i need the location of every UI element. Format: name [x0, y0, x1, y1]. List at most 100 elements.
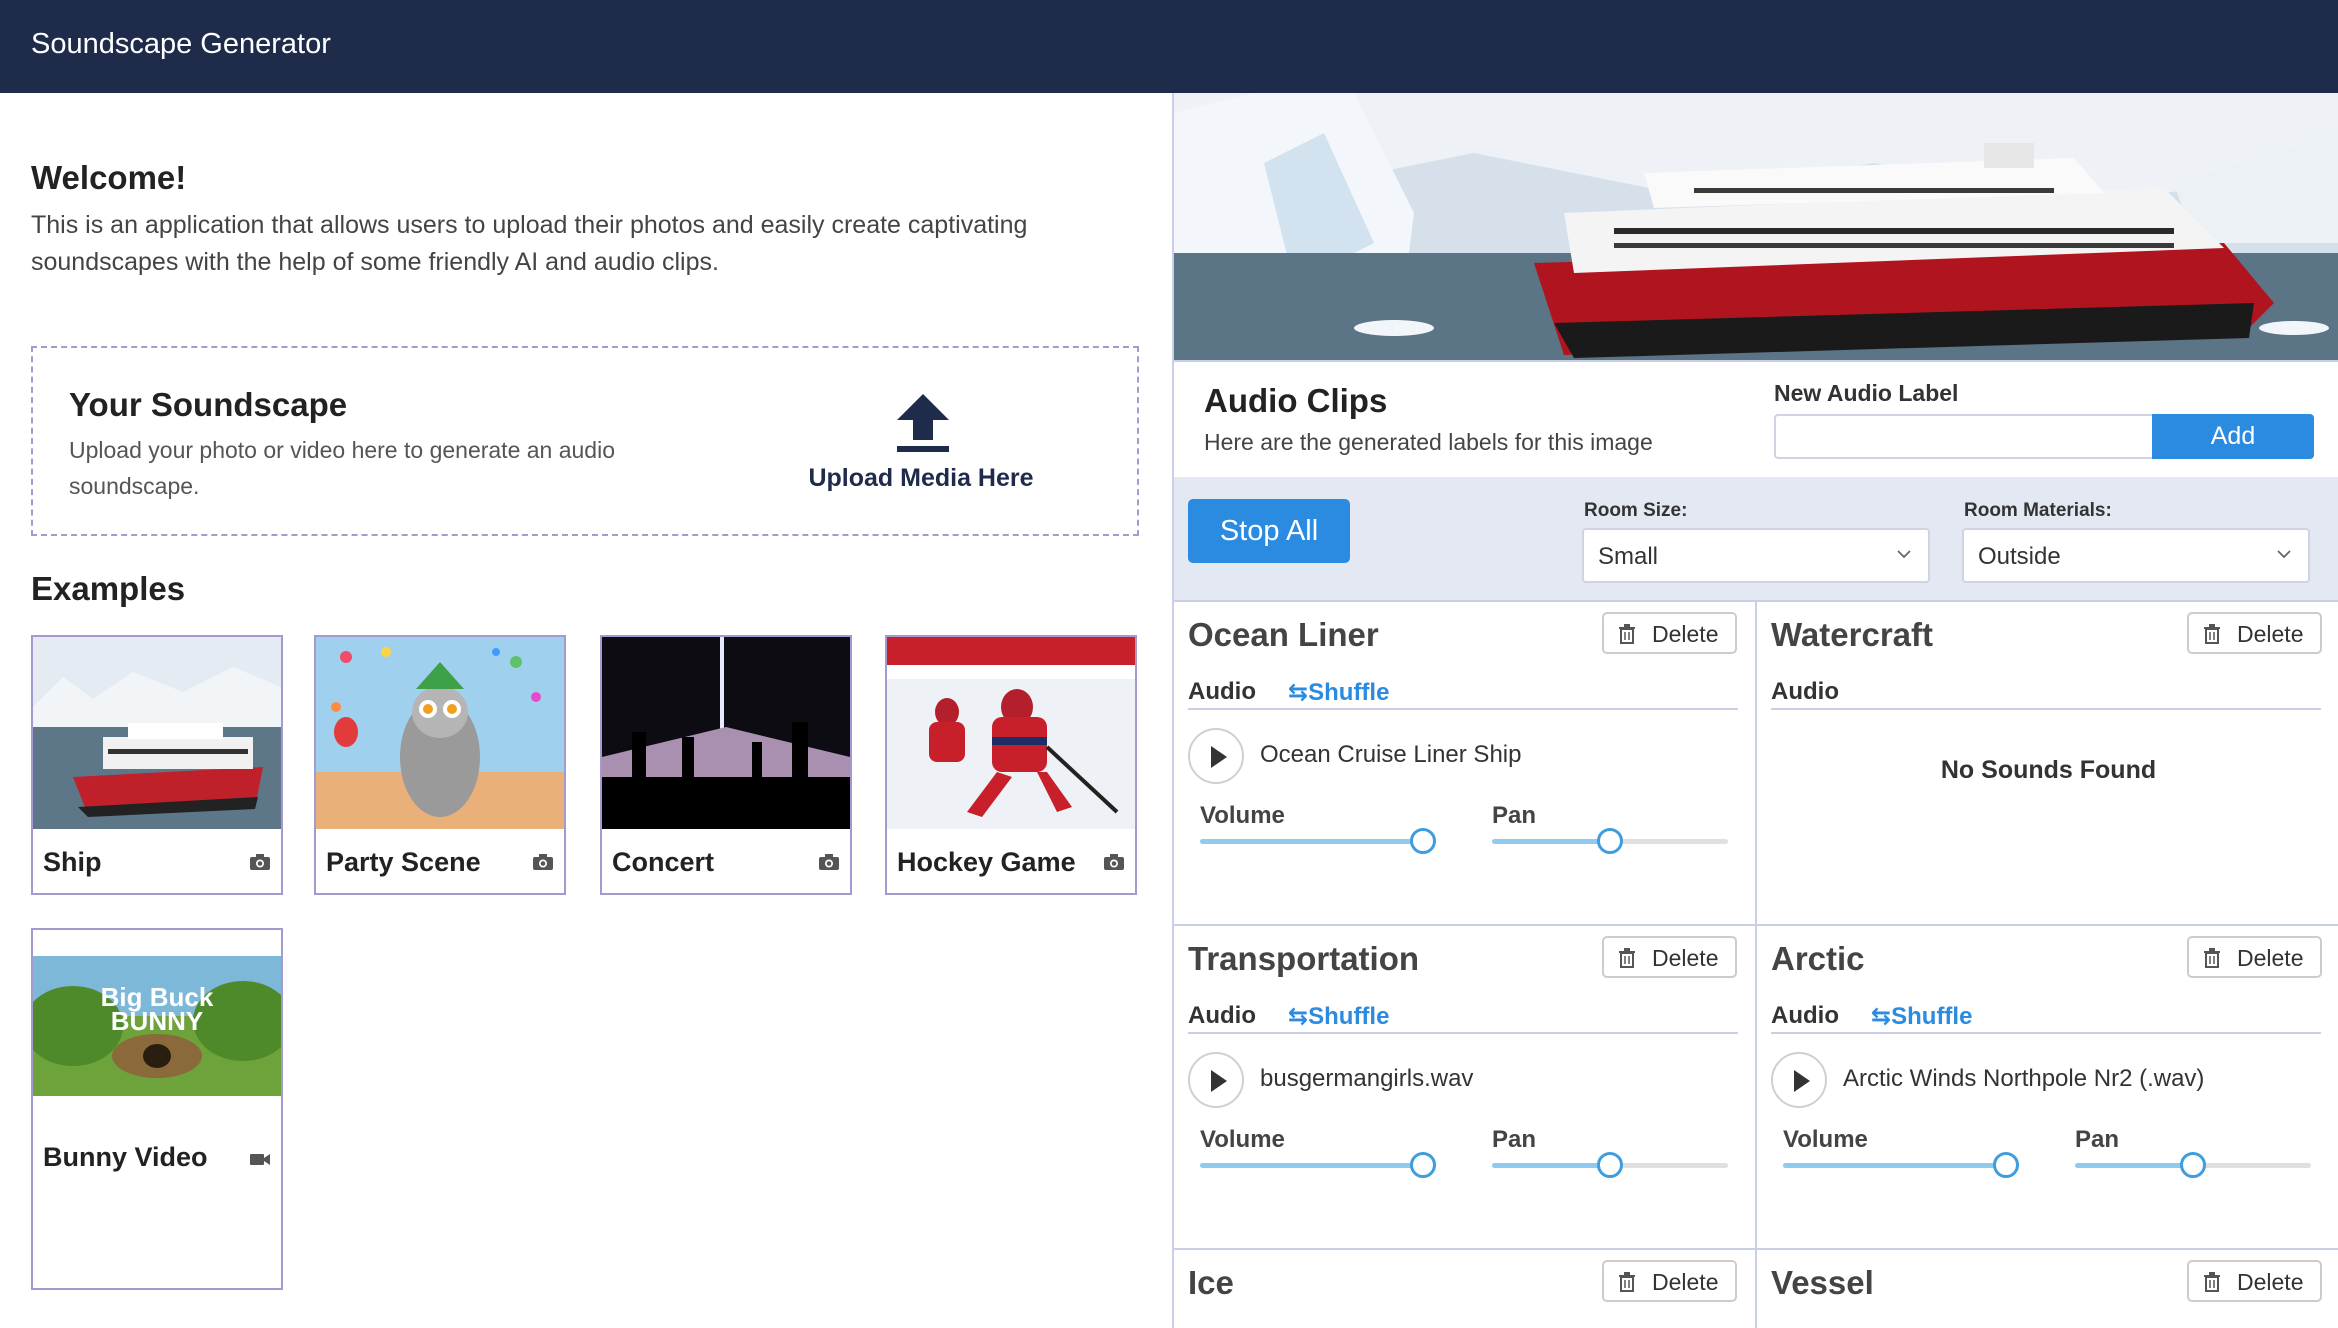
party-scene-thumbnail — [316, 637, 564, 829]
playback-controls: Stop All Room Size: Small Room Materials… — [1174, 477, 2338, 602]
selected-image-preview — [1174, 93, 2338, 360]
pan-label: Pan — [2075, 1126, 2120, 1153]
pan-slider[interactable] — [1492, 828, 1728, 854]
card-label: Party Scene — [326, 847, 481, 877]
audio-clip-card: Arctic Delete Audio ⇆Shuffle Arctic Wind… — [1757, 926, 2338, 1250]
delete-button[interactable]: Delete — [1602, 612, 1737, 654]
stop-all-button[interactable]: Stop All — [1188, 499, 1350, 563]
example-card-hockey-game[interactable]: Hockey Game — [885, 635, 1137, 895]
audio-label: Audio — [1188, 1002, 1256, 1029]
right-pane: Audio Clips Here are the generated label… — [1172, 93, 2338, 1328]
delete-label: Delete — [2237, 945, 2304, 971]
card-label: Concert — [612, 847, 715, 877]
volume-slider[interactable] — [1783, 1152, 2019, 1178]
trash-icon — [1619, 624, 1635, 644]
trash-icon — [2204, 624, 2220, 644]
pan-slider[interactable] — [1492, 1152, 1728, 1178]
clip-name: Transportation — [1188, 940, 1420, 977]
new-audio-label-title: New Audio Label — [1774, 380, 1959, 406]
track-name: Arctic Winds Northpole Nr2 (.wav) — [1843, 1065, 2205, 1092]
chevron-down-icon — [1897, 550, 1911, 559]
left-pane: Welcome! This is an application that all… — [0, 93, 1172, 1328]
track-name: busgermangirls.wav — [1260, 1065, 1474, 1092]
trash-icon — [2204, 948, 2220, 968]
card-label: Hockey Game — [897, 847, 1076, 877]
no-sounds-message: No Sounds Found — [1940, 756, 2157, 784]
volume-label: Volume — [1200, 802, 1285, 829]
delete-button[interactable]: Delete — [1602, 936, 1737, 978]
delete-button[interactable]: Delete — [1602, 1260, 1737, 1302]
audio-clip-card: Ocean Liner Delete Audio ⇆Shuffle Ocean … — [1174, 602, 1757, 926]
clip-name: Arctic — [1771, 940, 1865, 977]
new-audio-label-input[interactable] — [1774, 414, 2154, 459]
room-size-value: Small — [1598, 543, 1659, 570]
delete-button[interactable]: Delete — [2187, 936, 2322, 978]
delete-label: Delete — [2237, 1269, 2304, 1295]
examples-title: Examples — [31, 570, 186, 607]
volume-slider[interactable] — [1200, 1152, 1436, 1178]
upload-label: Upload Media Here — [808, 464, 1034, 492]
chevron-down-icon — [2277, 550, 2291, 559]
delete-label: Delete — [1652, 621, 1719, 647]
audio-clip-card: Vessel Delete — [1757, 1250, 2338, 1328]
audio-track: Arctic Winds Northpole Nr2 (.wav) — [1771, 1052, 2321, 1108]
audio-clip-grid: Ocean Liner Delete Audio ⇆Shuffle Ocean … — [1174, 602, 2338, 1328]
play-button[interactable] — [1771, 1052, 1827, 1108]
camera-icon — [533, 854, 553, 870]
trash-icon — [1619, 948, 1635, 968]
delete-button[interactable]: Delete — [2187, 612, 2322, 654]
pan-label: Pan — [1492, 1126, 1537, 1153]
audio-clips-header: Audio Clips Here are the generated label… — [1174, 360, 2338, 477]
audio-label: Audio — [1188, 678, 1256, 705]
example-card-ship[interactable]: Ship — [31, 635, 283, 895]
audio-clips-title: Audio Clips — [1204, 382, 1388, 419]
delete-label: Delete — [1652, 945, 1719, 971]
audio-label: Audio — [1771, 678, 1839, 705]
shuffle-button[interactable]: ⇆Shuffle — [1871, 1002, 1972, 1031]
track-name: Ocean Cruise Liner Ship — [1260, 741, 1522, 768]
app-header: Soundscape Generator — [0, 0, 2338, 93]
delete-button[interactable]: Delete — [2187, 1260, 2322, 1302]
play-icon — [1211, 1070, 1227, 1092]
welcome-text: This is an application that allows users… — [31, 211, 1028, 276]
audio-header-row: Audio — [1771, 672, 2321, 710]
audio-track: busgermangirls.wav — [1188, 1052, 1738, 1108]
play-icon — [1794, 1070, 1810, 1092]
volume-slider[interactable] — [1200, 828, 1436, 854]
clip-name: Vessel — [1771, 1264, 1874, 1301]
room-materials-select[interactable]: Outside — [1962, 528, 2310, 583]
ship-thumbnail — [33, 637, 281, 829]
audio-header-row: Audio ⇆Shuffle — [1771, 996, 2321, 1034]
audio-clip-card: Ice Delete — [1174, 1250, 1757, 1328]
play-button[interactable] — [1188, 728, 1244, 784]
audio-clips-subtitle: Here are the generated labels for this i… — [1204, 429, 1653, 455]
audio-track: Ocean Cruise Liner Ship — [1188, 728, 1738, 784]
play-button[interactable] — [1188, 1052, 1244, 1108]
room-materials-value: Outside — [1978, 543, 2061, 570]
room-size-select[interactable]: Small — [1582, 528, 1930, 583]
add-label-button[interactable]: Add — [2152, 414, 2314, 459]
example-card-concert[interactable]: Concert — [600, 635, 852, 895]
upload-description: Upload your photo or video here to gener… — [69, 437, 616, 499]
video-camera-icon — [250, 1154, 270, 1165]
upload-media-button[interactable]: Upload Media Here — [801, 394, 1041, 504]
app-title: Soundscape Generator — [31, 28, 331, 60]
card-label: Bunny Video — [43, 1142, 208, 1172]
audio-header-row: Audio ⇆Shuffle — [1188, 672, 1738, 710]
example-card-party-scene[interactable]: Party Scene — [314, 635, 566, 895]
camera-icon — [250, 854, 270, 870]
shuffle-button[interactable]: ⇆Shuffle — [1288, 678, 1389, 707]
bunny-logo-line2: BUNNY — [111, 1006, 203, 1036]
example-card-bunny-video[interactable]: Big Buck BUNNY Bunny Video — [31, 928, 283, 1290]
trash-icon — [1619, 1272, 1635, 1292]
trash-icon — [2204, 1272, 2220, 1292]
clip-name: Watercraft — [1771, 616, 1933, 653]
shuffle-button[interactable]: ⇆Shuffle — [1288, 1002, 1389, 1031]
audio-clip-card: Watercraft Delete Audio No Sounds Found — [1757, 602, 2338, 926]
upload-panel: Your Soundscape Upload your photo or vid… — [31, 346, 1139, 536]
pan-slider[interactable] — [2075, 1152, 2311, 1178]
upload-title: Your Soundscape — [69, 386, 348, 423]
room-size-label: Room Size: — [1584, 500, 1688, 521]
concert-thumbnail — [602, 637, 850, 829]
audio-label: Audio — [1771, 1002, 1839, 1029]
